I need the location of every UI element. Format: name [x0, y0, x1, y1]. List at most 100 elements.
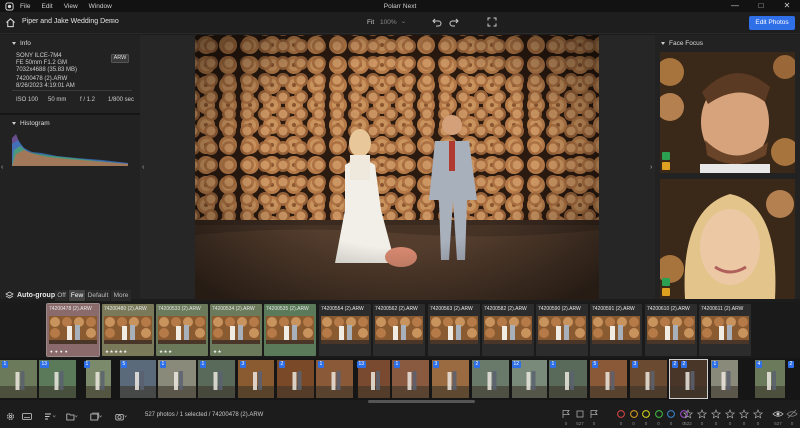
exif-aperture: f / 1.2 [80, 97, 96, 103]
reject-flag-icon[interactable]: 0 [588, 409, 600, 426]
group-thumbnail [484, 316, 532, 344]
menu-window[interactable]: Window [89, 3, 112, 10]
group-card[interactable]: 74200563 (2).ARW [428, 304, 480, 356]
sort-icon[interactable] [44, 412, 56, 421]
group-card-label: 74200534 (2).ARW [212, 306, 255, 312]
flag-icon[interactable]: 0 [560, 409, 572, 426]
stack-count-badge: 3 [240, 361, 246, 368]
group-card[interactable]: 74200480 (2).ARW ★★★★★ [102, 304, 154, 356]
histogram-header-label: Histogram [20, 120, 50, 127]
minimize-button[interactable]: — [722, 0, 748, 12]
group-thumbnail [375, 316, 423, 344]
group-thumbnail [701, 316, 749, 344]
zoom-level[interactable]: 100% [380, 19, 397, 26]
camera-icon[interactable] [115, 412, 127, 421]
histogram-header[interactable]: Histogram [12, 120, 50, 127]
edit-photos-button[interactable]: Edit Photos [749, 16, 795, 30]
color-label-count: 0 [669, 421, 673, 426]
group-thumbnail [321, 316, 369, 344]
group-card[interactable]: 74200534 (2).ARW ★★ [210, 304, 262, 356]
stack-icon[interactable] [90, 412, 102, 421]
filmstrip-scrollbar[interactable] [368, 400, 475, 403]
group-card[interactable]: 74200554 (2).ARW [319, 304, 371, 356]
zoom-chevron-down-icon[interactable]: ⌄ [401, 18, 406, 25]
settings-icon[interactable] [6, 412, 15, 421]
group-rating: ★★ [213, 349, 223, 354]
face-crop-groom[interactable] [660, 52, 795, 173]
menu-view[interactable]: View [64, 3, 78, 10]
previous-photo-icon[interactable]: ‹ [142, 164, 144, 171]
left-panel: Info SONY ILCE-7M4 FE 50mm F1.2 GM 7032x… [0, 35, 140, 299]
album-chevron-down-icon[interactable]: ⌄ [109, 17, 115, 25]
close-button[interactable]: ✕ [774, 0, 800, 12]
home-icon[interactable] [5, 17, 17, 29]
collapse-triangle-icon [12, 122, 16, 125]
menu-edit[interactable]: Edit [41, 3, 52, 10]
group-rating: ★★★★★ [105, 349, 128, 354]
face-focus-header-label: Face Focus [669, 40, 703, 47]
stack-count-badge: 2 [474, 361, 480, 368]
color-label-icon[interactable]: 0 [615, 409, 627, 426]
stack-count-badge: 1 [318, 361, 324, 368]
group-card[interactable]: 74200582 (2).ARW [482, 304, 534, 356]
group-card[interactable]: 74200535 (2).ARW [264, 304, 316, 356]
unflagged-icon[interactable]: 527 [574, 409, 586, 426]
group-card[interactable]: 74200590 (2).ARW [536, 304, 588, 356]
group-card-label: 74200480 (2).ARW [104, 306, 147, 312]
left-panel-toggle-icon[interactable]: ‹ [1, 164, 3, 171]
group-card[interactable]: 74200478 (2).ARW ● ● ● ● [46, 303, 100, 357]
lens-model: FE 50mm F1.2 GM [16, 60, 68, 66]
color-label-icon[interactable]: 0 [653, 409, 665, 426]
group-card[interactable]: 74200591 (2).ARW [590, 304, 642, 356]
color-label-icon[interactable]: 0 [628, 409, 640, 426]
redo-icon[interactable] [449, 17, 459, 27]
main-photo[interactable] [195, 35, 599, 300]
collapse-triangle-icon [12, 42, 16, 45]
star-rating-icon[interactable]: 0 [710, 409, 722, 426]
auto-group-default[interactable]: Default [86, 290, 110, 301]
star-rating-count: 0 [728, 421, 732, 426]
group-card[interactable]: 74200533 (2).ARW ★★★ [156, 304, 208, 356]
fit-button[interactable]: Fit [367, 19, 374, 26]
stack-count-badge: 1 [712, 361, 718, 368]
color-label-icon[interactable]: 0 [665, 409, 677, 426]
info-header[interactable]: Info [12, 40, 31, 47]
group-thumbnail [430, 316, 478, 344]
selection-status: 527 photos / 1 selected / 74200478 (2).A… [145, 412, 264, 418]
star-rating-icon[interactable]: 0 [724, 409, 736, 426]
face-crop-bride[interactable] [660, 179, 795, 299]
auto-group-few[interactable]: Few [69, 290, 85, 301]
maximize-button[interactable]: □ [748, 0, 774, 12]
menu-file[interactable]: File [20, 3, 30, 10]
image-dimensions: 7032x4688 (35.83 MB) [16, 67, 78, 73]
stack-count-badge: 3 [632, 361, 638, 368]
undo-icon[interactable] [432, 17, 442, 27]
color-label-icon[interactable]: 0 [640, 409, 652, 426]
star-rating-count: 0 [756, 421, 760, 426]
album-title[interactable]: Piper and Jake Wedding Demo [22, 18, 119, 25]
star-rating-icon[interactable]: 0 [696, 409, 708, 426]
group-card[interactable]: 74200610 (2).ARW [645, 304, 697, 356]
group-card[interactable]: 74200611 (2).ARW [699, 304, 751, 356]
face-sharp-icon [662, 278, 670, 286]
stack-count-badge: 1 [84, 361, 90, 368]
filename: 74200478 (2).ARW [16, 76, 68, 82]
group-thumbnail [647, 316, 695, 344]
visible-icon[interactable]: 527 [772, 409, 784, 426]
group-card-label: 74200563 (2).ARW [430, 306, 473, 312]
face-focus-header[interactable]: Face Focus [661, 40, 703, 47]
star-rating-icon[interactable]: 522 [682, 409, 694, 426]
fullscreen-icon[interactable] [487, 17, 497, 27]
star-rating-icon[interactable]: 0 [752, 409, 764, 426]
group-card[interactable]: 74200562 (2).ARW [373, 304, 425, 356]
star-rating-icon[interactable]: 0 [738, 409, 750, 426]
folder-icon[interactable] [66, 412, 78, 421]
keyboard-icon[interactable] [22, 412, 32, 421]
auto-group-off[interactable]: Off [55, 290, 68, 301]
group-card-label: 74200478 (2).ARW [49, 306, 92, 312]
hidden-icon[interactable]: 0 [786, 409, 798, 426]
group-card-label: 74200591 (2).ARW [592, 306, 635, 312]
next-photo-icon[interactable]: › [650, 164, 652, 171]
window-title: Polarr Next [383, 2, 417, 10]
auto-group-more[interactable]: More [111, 290, 131, 301]
